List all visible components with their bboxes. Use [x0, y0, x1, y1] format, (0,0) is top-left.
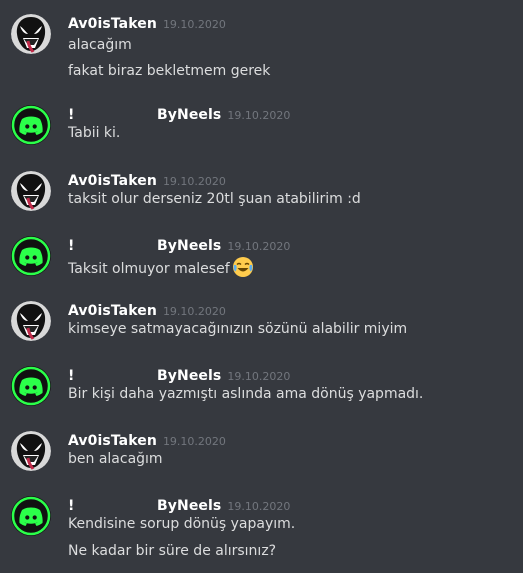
message-header: ! ByNeels 19.10.2020 [68, 104, 290, 124]
message-text: Tabii ki. [68, 125, 120, 141]
message-header: ! ByNeels 19.10.2020 [68, 365, 290, 385]
message-header: Av0isTaken 19.10.2020 [68, 170, 226, 190]
venom-avatar[interactable] [11, 171, 51, 211]
message-text-content: ben alacağım [68, 451, 163, 467]
venom-avatar[interactable] [11, 431, 51, 471]
message-timestamp: 19.10.2020 [162, 435, 226, 448]
message-text-content: Tabii ki. [68, 125, 121, 141]
message-timestamp: 19.10.2020 [227, 370, 291, 383]
discord-logo-avatar[interactable] [11, 236, 51, 276]
message-text-content: kimseye satmayacağınızın sözünü alabilir… [68, 321, 408, 337]
message-text: taksit olur derseniz 20tl şuan atabiliri… [68, 191, 361, 207]
username[interactable]: Av0isTaken [68, 16, 157, 32]
message-text: kimseye satmayacağınızın sözünü alabilir… [68, 321, 407, 337]
message-header: Av0isTaken 19.10.2020 [68, 300, 226, 320]
message-timestamp: 19.10.2020 [227, 240, 291, 253]
username-prefix[interactable]: ! [68, 107, 157, 123]
message-text: Ne kadar bir süre de alırsınız? [68, 543, 276, 559]
username[interactable]: Av0isTaken [68, 433, 157, 449]
message-text: ben alacağım [68, 451, 163, 467]
joy-tears-emoji [232, 256, 254, 282]
message-text-content: Taksit olmuyor malesef [68, 261, 230, 277]
message-header: Av0isTaken 19.10.2020 [68, 13, 226, 33]
discord-logo-avatar[interactable] [11, 496, 51, 536]
message-header: ! ByNeels 19.10.2020 [68, 495, 290, 515]
message-text-content: Kendisine sorup dönüş yapayım. [68, 516, 296, 532]
message-text-content: Ne kadar bir süre de alırsınız? [68, 543, 277, 559]
venom-avatar[interactable] [11, 301, 51, 341]
message-header: ! ByNeels 19.10.2020 [68, 235, 290, 255]
username[interactable]: ByNeels [157, 498, 221, 514]
message-timestamp: 19.10.2020 [162, 18, 226, 31]
message-text: fakat biraz bekletmem gerek [68, 63, 270, 79]
username-prefix[interactable]: ! [68, 498, 157, 514]
username[interactable]: ByNeels [157, 107, 221, 123]
message-text: Taksit olmuyor malesef [68, 256, 254, 282]
message-timestamp: 19.10.2020 [227, 500, 291, 513]
username[interactable]: Av0isTaken [68, 303, 157, 319]
message-text: Bir kişi daha yazmıştı aslında ama dönüş… [68, 386, 423, 402]
username-prefix[interactable]: ! [68, 238, 157, 254]
venom-avatar[interactable] [11, 14, 51, 54]
username[interactable]: ByNeels [157, 238, 221, 254]
message-header: Av0isTaken 19.10.2020 [68, 430, 226, 450]
message-text-content: fakat biraz bekletmem gerek [68, 63, 271, 79]
username[interactable]: Av0isTaken [68, 173, 157, 189]
message-timestamp: 19.10.2020 [227, 109, 291, 122]
message-text: alacağım [68, 37, 132, 53]
discord-logo-avatar[interactable] [11, 105, 51, 145]
username-prefix[interactable]: ! [68, 368, 157, 384]
message-timestamp: 19.10.2020 [162, 175, 226, 188]
message-text-content: Bir kişi daha yazmıştı aslında ama dönüş… [68, 386, 424, 402]
message-text-content: alacağım [68, 37, 132, 53]
chat-message-list: Av0isTaken 19.10.2020 alacağım fakat biraz … [0, 0, 523, 573]
message-text: Kendisine sorup dönüş yapayım. [68, 516, 295, 532]
message-timestamp: 19.10.2020 [162, 305, 226, 318]
username[interactable]: ByNeels [157, 368, 221, 384]
discord-logo-avatar[interactable] [11, 366, 51, 406]
message-text-content: taksit olur derseniz 20tl şuan atabiliri… [68, 191, 361, 207]
